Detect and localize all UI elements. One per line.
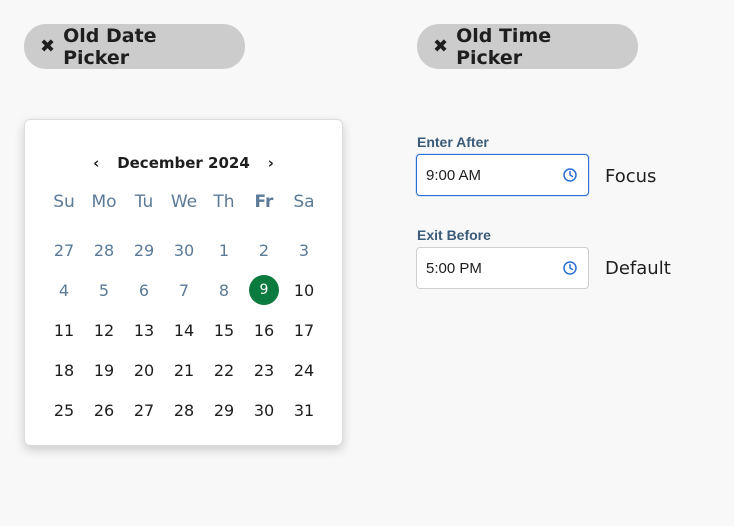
calendar-day[interactable]: 2 xyxy=(244,230,284,270)
calendar-day[interactable]: 10 xyxy=(284,270,324,310)
calendar-day[interactable]: 7 xyxy=(164,270,204,310)
calendar-day[interactable]: 11 xyxy=(44,310,84,350)
calendar-day[interactable]: 23 xyxy=(244,350,284,390)
calendar-day[interactable]: 14 xyxy=(164,310,204,350)
weekday-label: Su xyxy=(53,192,75,212)
exit-before-label: Exit Before xyxy=(417,227,491,243)
calendar-day[interactable]: 26 xyxy=(84,390,124,430)
calendar-day[interactable]: 22 xyxy=(204,350,244,390)
old-date-picker-chip[interactable]: ✖ Old Date Picker xyxy=(24,24,245,69)
weekday-header: Su Mo Tu We Th Fr Sa xyxy=(44,192,324,214)
calendar-day[interactable]: 25 xyxy=(44,390,84,430)
close-icon[interactable]: ✖ xyxy=(433,37,448,56)
calendar-day[interactable]: 13 xyxy=(124,310,164,350)
calendar-day[interactable]: 4 xyxy=(44,270,84,310)
default-state-label: Default xyxy=(605,258,671,279)
calendar-day[interactable]: 18 xyxy=(44,350,84,390)
weekday-label: We xyxy=(170,192,198,212)
month-label: December 2024 xyxy=(117,154,250,172)
chip-label: Old Time Picker xyxy=(456,24,552,69)
calendar-day[interactable]: 31 xyxy=(284,390,324,430)
weekday-label: Th xyxy=(213,192,235,212)
calendar-day[interactable]: 19 xyxy=(84,350,124,390)
calendar-day[interactable]: 8 xyxy=(204,270,244,310)
day-grid: 27 28 29 30 1 2 3 4 5 6 7 8 9 10 11 12 13 14 15 16 17 18 19 20 2… xyxy=(44,230,324,430)
calendar-day[interactable]: 1 xyxy=(204,230,244,270)
calendar-day[interactable]: 20 xyxy=(124,350,164,390)
calendar-day[interactable]: 29 xyxy=(124,230,164,270)
enter-after-time-input[interactable]: 9:00 AM xyxy=(416,154,589,196)
weekday-label: Fr xyxy=(254,192,274,212)
calendar-day[interactable]: 30 xyxy=(244,390,284,430)
weekday-label: Mo xyxy=(91,192,117,212)
calendar-day[interactable]: 21 xyxy=(164,350,204,390)
weekday-label: Sa xyxy=(293,192,315,212)
calendar-day[interactable]: 16 xyxy=(244,310,284,350)
chevron-right-icon[interactable]: › xyxy=(260,154,282,172)
calendar-day[interactable]: 3 xyxy=(284,230,324,270)
calendar-day[interactable]: 15 xyxy=(204,310,244,350)
exit-before-value: 5:00 PM xyxy=(426,259,482,277)
calendar-day[interactable]: 27 xyxy=(44,230,84,270)
selected-day[interactable]: 9 xyxy=(244,270,284,310)
selected-day-label: 9 xyxy=(249,275,279,305)
old-time-picker-chip[interactable]: ✖ Old Time Picker xyxy=(417,24,638,69)
close-icon[interactable]: ✖ xyxy=(40,37,55,56)
calendar-day[interactable]: 5 xyxy=(84,270,124,310)
clock-icon[interactable] xyxy=(562,260,578,276)
chip-label: Old Date Picker xyxy=(63,24,157,69)
enter-after-value: 9:00 AM xyxy=(426,166,482,184)
focus-state-label: Focus xyxy=(605,166,657,187)
chevron-left-icon[interactable]: ‹ xyxy=(85,154,107,172)
calendar-day[interactable]: 29 xyxy=(204,390,244,430)
weekday-label: Tu xyxy=(134,192,154,212)
date-picker-calendar: ‹ December 2024 › Su Mo Tu We Th Fr Sa 27 28 29 3… xyxy=(24,119,343,446)
calendar-day[interactable]: 12 xyxy=(84,310,124,350)
calendar-day[interactable]: 28 xyxy=(164,390,204,430)
enter-after-label: Enter After xyxy=(417,134,489,150)
calendar-day[interactable]: 24 xyxy=(284,350,324,390)
calendar-header: ‹ December 2024 › xyxy=(25,152,342,174)
calendar-day[interactable]: 30 xyxy=(164,230,204,270)
calendar-day[interactable]: 28 xyxy=(84,230,124,270)
calendar-day[interactable]: 6 xyxy=(124,270,164,310)
exit-before-time-input[interactable]: 5:00 PM xyxy=(416,247,589,289)
calendar-day[interactable]: 17 xyxy=(284,310,324,350)
clock-icon[interactable] xyxy=(562,167,578,183)
calendar-day[interactable]: 27 xyxy=(124,390,164,430)
